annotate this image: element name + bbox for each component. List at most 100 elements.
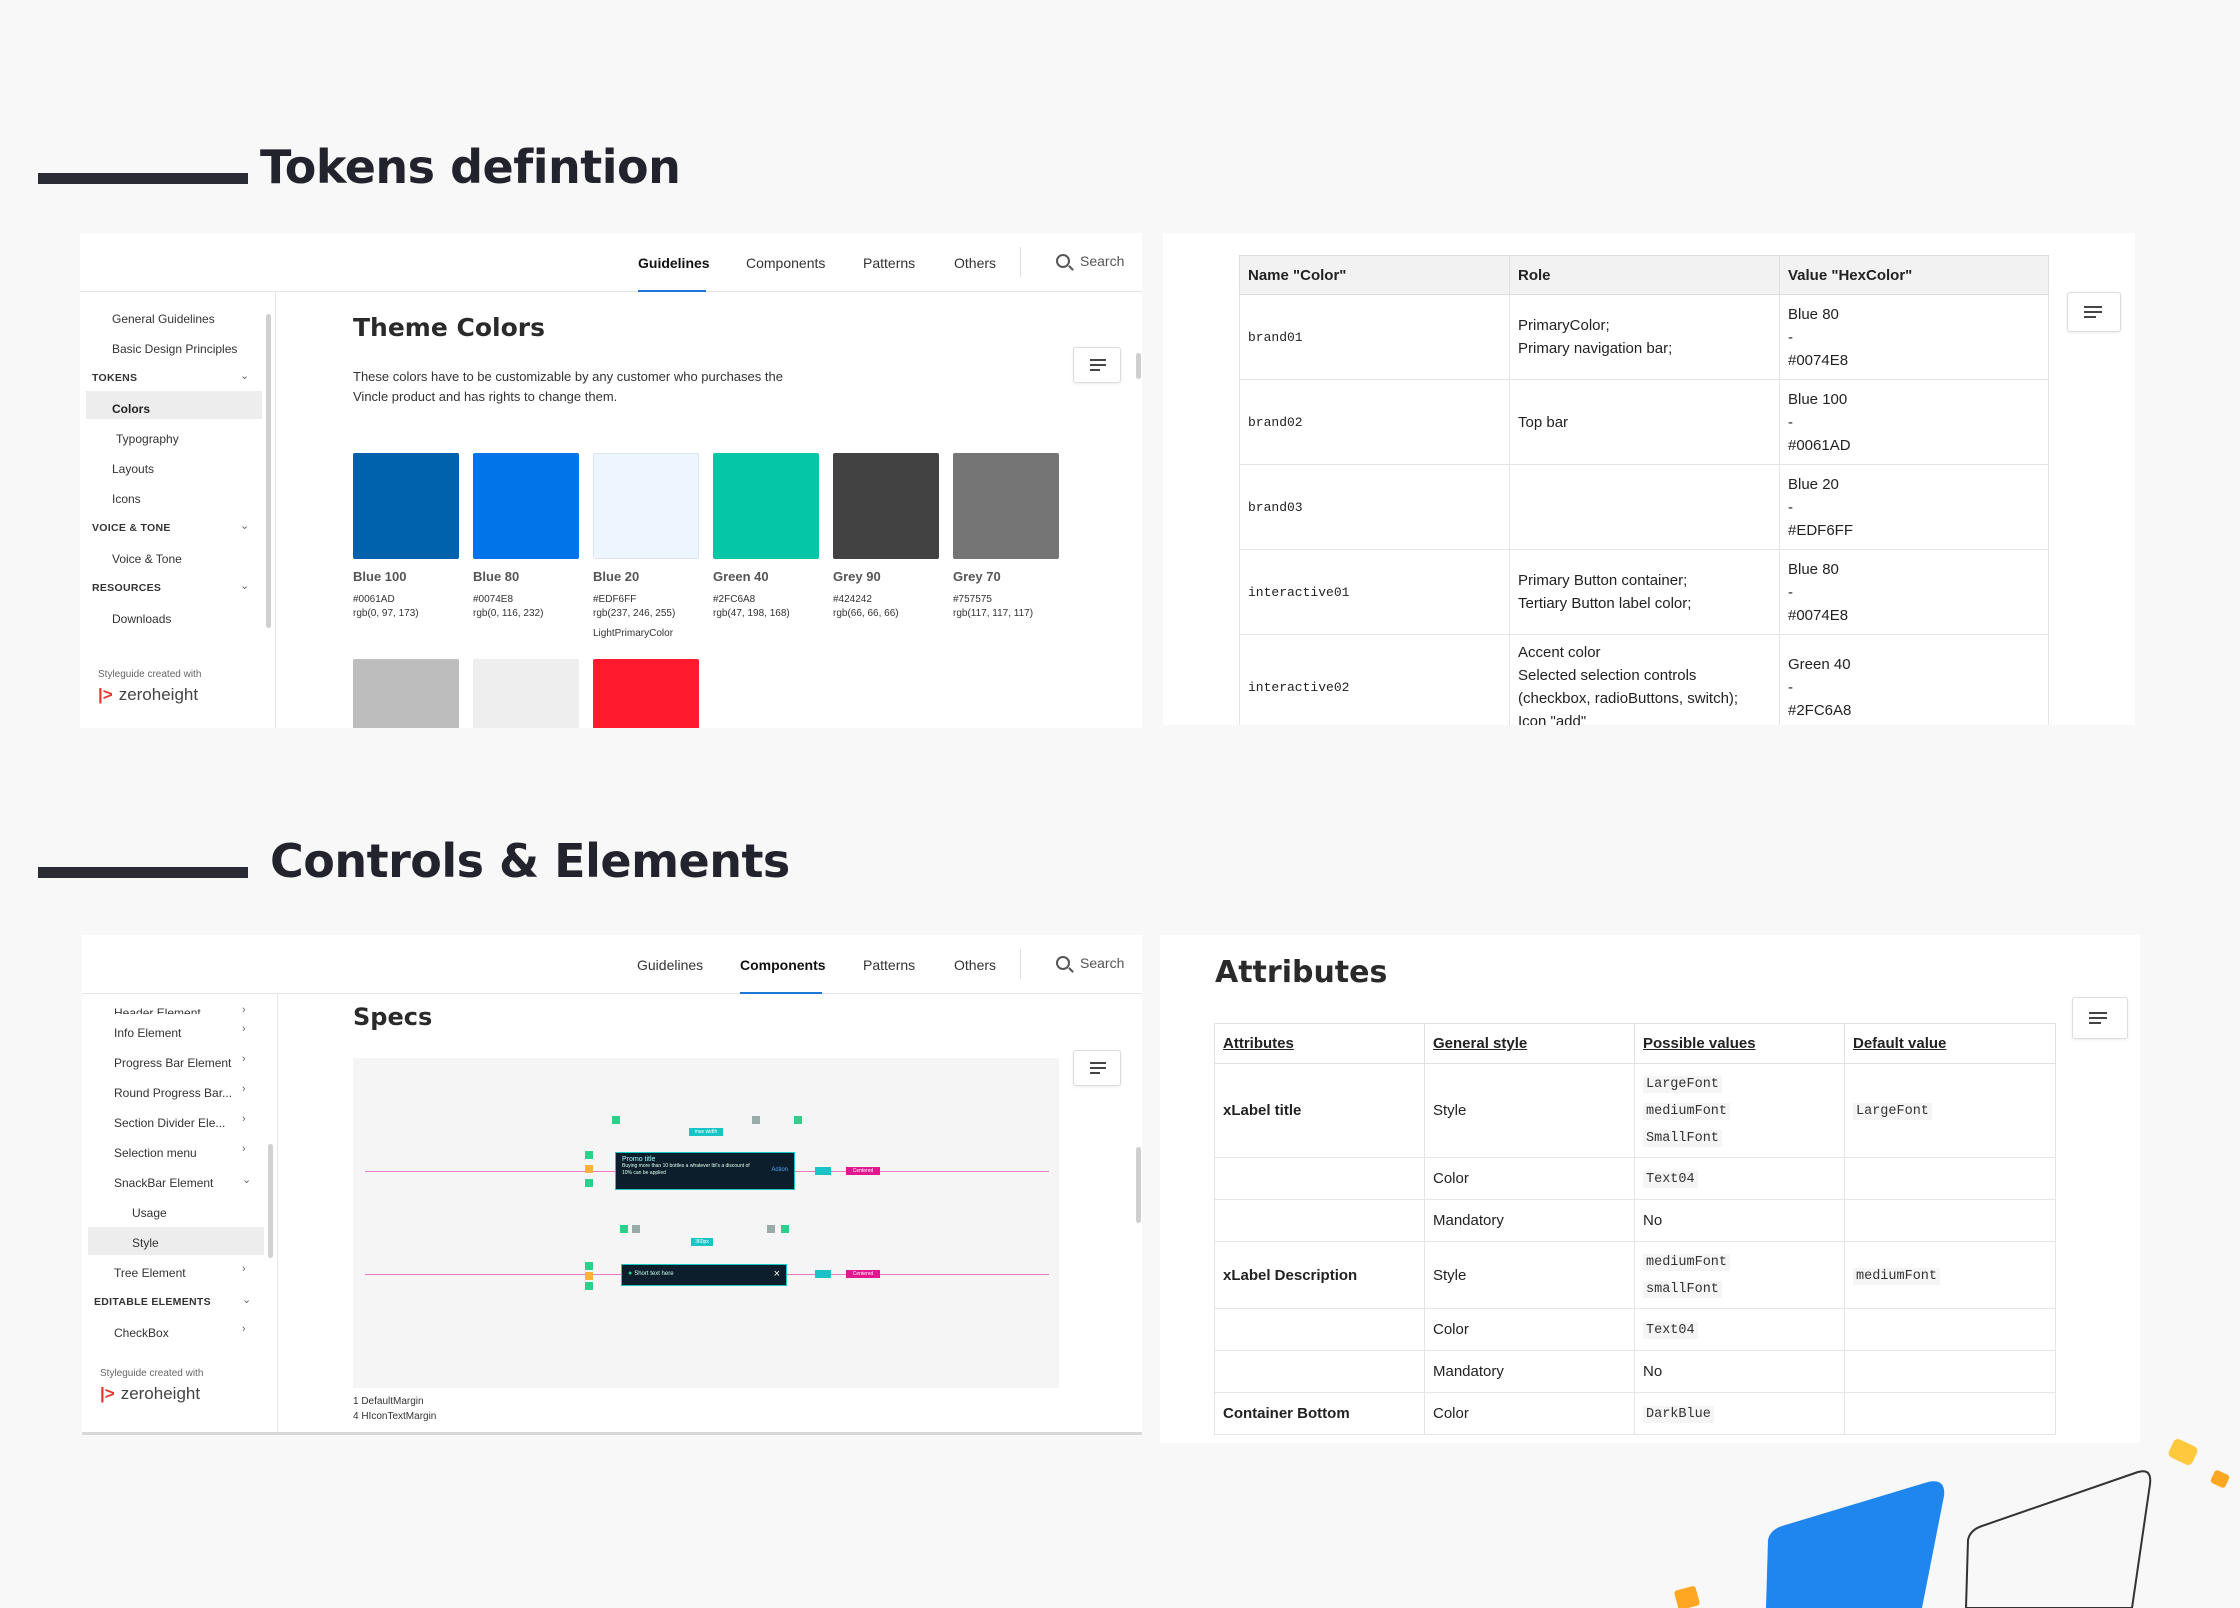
content-scrollbar[interactable]	[1136, 353, 1141, 379]
snackbar-text: Buying more than 10 bottles a whatever l…	[622, 1163, 750, 1176]
token-value: Blue 20 - #EDF6FF	[1779, 464, 2049, 550]
toc-menu-button[interactable]	[2072, 997, 2128, 1039]
possible-values: LargeFont mediumFont SmallFont	[1634, 1063, 1845, 1158]
column-header[interactable]: Default value	[1844, 1023, 2056, 1064]
nav-others[interactable]: Others	[954, 957, 996, 973]
chevron-right-icon[interactable]: ›	[242, 1113, 246, 1125]
sidebar-item-round-progress[interactable]: Round Progress Bar...	[114, 1086, 232, 1100]
sidebar-item-voice[interactable]: Voice & Tone	[112, 552, 182, 566]
nav-patterns[interactable]: Patterns	[863, 957, 915, 973]
sidebar-item-icons[interactable]: Icons	[112, 492, 141, 506]
swatch-name: Grey 70	[953, 569, 1001, 584]
value-line: #EDF6FF	[1788, 521, 1854, 539]
section-bar	[38, 173, 248, 184]
attribute-name	[1214, 1157, 1425, 1200]
sidebar-item-typography[interactable]: Typography	[116, 432, 179, 446]
chevron-right-icon[interactable]: ›	[242, 1083, 246, 1095]
swatch-rgb: rgb(237, 246, 255)	[593, 608, 676, 619]
chevron-right-icon[interactable]: ›	[242, 1004, 246, 1012]
top-nav: Guidelines Components Patterns Others Se…	[80, 233, 1142, 292]
search-button[interactable]: Search	[1056, 253, 1124, 269]
swatch-hex: #0061AD	[353, 594, 395, 605]
column-header[interactable]: Attributes	[1214, 1023, 1425, 1064]
token-value: Blue 80 - #0074E8	[1779, 294, 2049, 380]
swatch-name: Grey 90	[833, 569, 881, 584]
sidebar-scrollbar[interactable]	[266, 314, 271, 628]
description-line: These colors have to be customizable by …	[353, 369, 783, 384]
swatch-codes: #757575 rgb(117, 117, 117)	[953, 593, 1033, 621]
sidebar-item-section-divider[interactable]: Section Divider Ele...	[114, 1116, 225, 1130]
sidebar-group-editable[interactable]: EDITABLE ELEMENTS	[94, 1296, 211, 1308]
nav-guidelines[interactable]: Guidelines	[638, 255, 710, 271]
sidebar-item-snackbar[interactable]: SnackBar Element	[114, 1176, 213, 1190]
value-code: SmallFont	[1643, 1130, 1722, 1147]
nav-components[interactable]: Components	[740, 957, 826, 973]
sidebar-item-tree[interactable]: Tree Element	[114, 1266, 186, 1280]
value-code: mediumFont	[1643, 1254, 1731, 1271]
value-line: -	[1788, 328, 1793, 346]
sidebar-group-voice[interactable]: VOICE & TONE	[92, 522, 171, 534]
theme-colors-card: Guidelines Components Patterns Others Se…	[80, 233, 1142, 728]
content-scrollbar[interactable]	[1136, 1147, 1141, 1223]
sidebar-item-checkbox[interactable]: CheckBox	[114, 1326, 169, 1340]
value-code: smallFont	[1643, 1281, 1722, 1298]
chevron-down-icon[interactable]: ⌄	[240, 579, 249, 592]
sidebar-item-style[interactable]: Style	[132, 1236, 159, 1250]
sidebar-item-usage[interactable]: Usage	[132, 1206, 167, 1220]
chevron-down-icon[interactable]: ⌄	[240, 369, 249, 382]
created-with-label: Styleguide created with	[98, 669, 202, 680]
tag-label: Centered	[852, 1271, 874, 1277]
chevron-right-icon[interactable]: ›	[242, 1023, 246, 1035]
sidebar-item-progress[interactable]: Progress Bar Element	[114, 1056, 231, 1070]
table-row: brand03 Blue 20 - #EDF6FF	[1239, 464, 2049, 550]
swatch-codes: #424242 rgb(66, 66, 66)	[833, 593, 899, 621]
attributes-table: Attributes General style Possible values…	[1214, 1023, 2056, 1435]
sidebar-item-basic[interactable]: Basic Design Principles	[112, 342, 237, 356]
sidebar-item-header[interactable]: Header Element	[114, 1006, 201, 1014]
toc-menu-button[interactable]	[1073, 1050, 1121, 1086]
toc-menu-button[interactable]	[1073, 347, 1121, 383]
sidebar-item-selection[interactable]: Selection menu	[114, 1146, 197, 1160]
chevron-right-icon[interactable]: ›	[242, 1263, 246, 1275]
spec-notes: 1 DefaultMargin 4 HIconTextMargin	[353, 1394, 436, 1424]
general-style: Color	[1424, 1392, 1635, 1435]
nav-patterns[interactable]: Patterns	[863, 255, 915, 271]
token-role: PrimaryColor; Primary navigation bar;	[1509, 294, 1780, 380]
table-row: Mandatory No	[1214, 1350, 2056, 1393]
zeroheight-logo[interactable]: |> zeroheight	[98, 685, 198, 705]
sidebar-group-tokens[interactable]: TOKENS	[92, 372, 137, 384]
margin-marker	[585, 1262, 593, 1270]
nav-guidelines[interactable]: Guidelines	[637, 957, 703, 973]
sidebar-group-resources[interactable]: RESOURCES	[92, 582, 161, 594]
value-line: Green 40	[1788, 655, 1851, 673]
toc-menu-button[interactable]	[2067, 292, 2121, 332]
zeroheight-logo[interactable]: |> zeroheight	[100, 1384, 200, 1404]
search-button[interactable]: Search	[1056, 955, 1124, 971]
sidebar-item-general[interactable]: General Guidelines	[112, 312, 215, 326]
sidebar-scrollbar[interactable]	[268, 1144, 273, 1258]
chevron-right-icon[interactable]: ›	[242, 1323, 246, 1335]
swatch-hex: #EDF6FF	[593, 594, 637, 605]
sidebar-item-colors[interactable]: Colors	[112, 402, 150, 416]
attribute-name	[1214, 1350, 1425, 1393]
default-value	[1844, 1350, 2056, 1393]
nav-active-indicator	[740, 992, 822, 994]
chevron-down-icon[interactable]: ⌄	[240, 519, 249, 532]
nav-others[interactable]: Others	[954, 255, 996, 271]
sidebar-item-info[interactable]: Info Element	[114, 1026, 181, 1040]
chevron-right-icon[interactable]: ›	[242, 1053, 246, 1065]
chevron-down-icon[interactable]: ⌄	[242, 1293, 251, 1306]
column-header[interactable]: General style	[1424, 1023, 1635, 1064]
sidebar-item-downloads[interactable]: Downloads	[112, 612, 171, 626]
swatch-hex: #0074E8	[473, 594, 514, 605]
chevron-down-icon[interactable]: ⌄	[242, 1173, 251, 1186]
column-header[interactable]: Possible values	[1634, 1023, 1845, 1064]
search-icon	[1056, 254, 1070, 268]
nav-components[interactable]: Components	[746, 255, 825, 271]
attribute-name: Container Bottom	[1214, 1392, 1425, 1435]
sidebar-item-layouts[interactable]: Layouts	[112, 462, 154, 476]
zeroheight-mark-icon: |>	[98, 685, 113, 704]
centered-tag: Centered	[846, 1270, 880, 1278]
tag-label: 360px	[695, 1239, 709, 1245]
chevron-right-icon[interactable]: ›	[242, 1143, 246, 1155]
